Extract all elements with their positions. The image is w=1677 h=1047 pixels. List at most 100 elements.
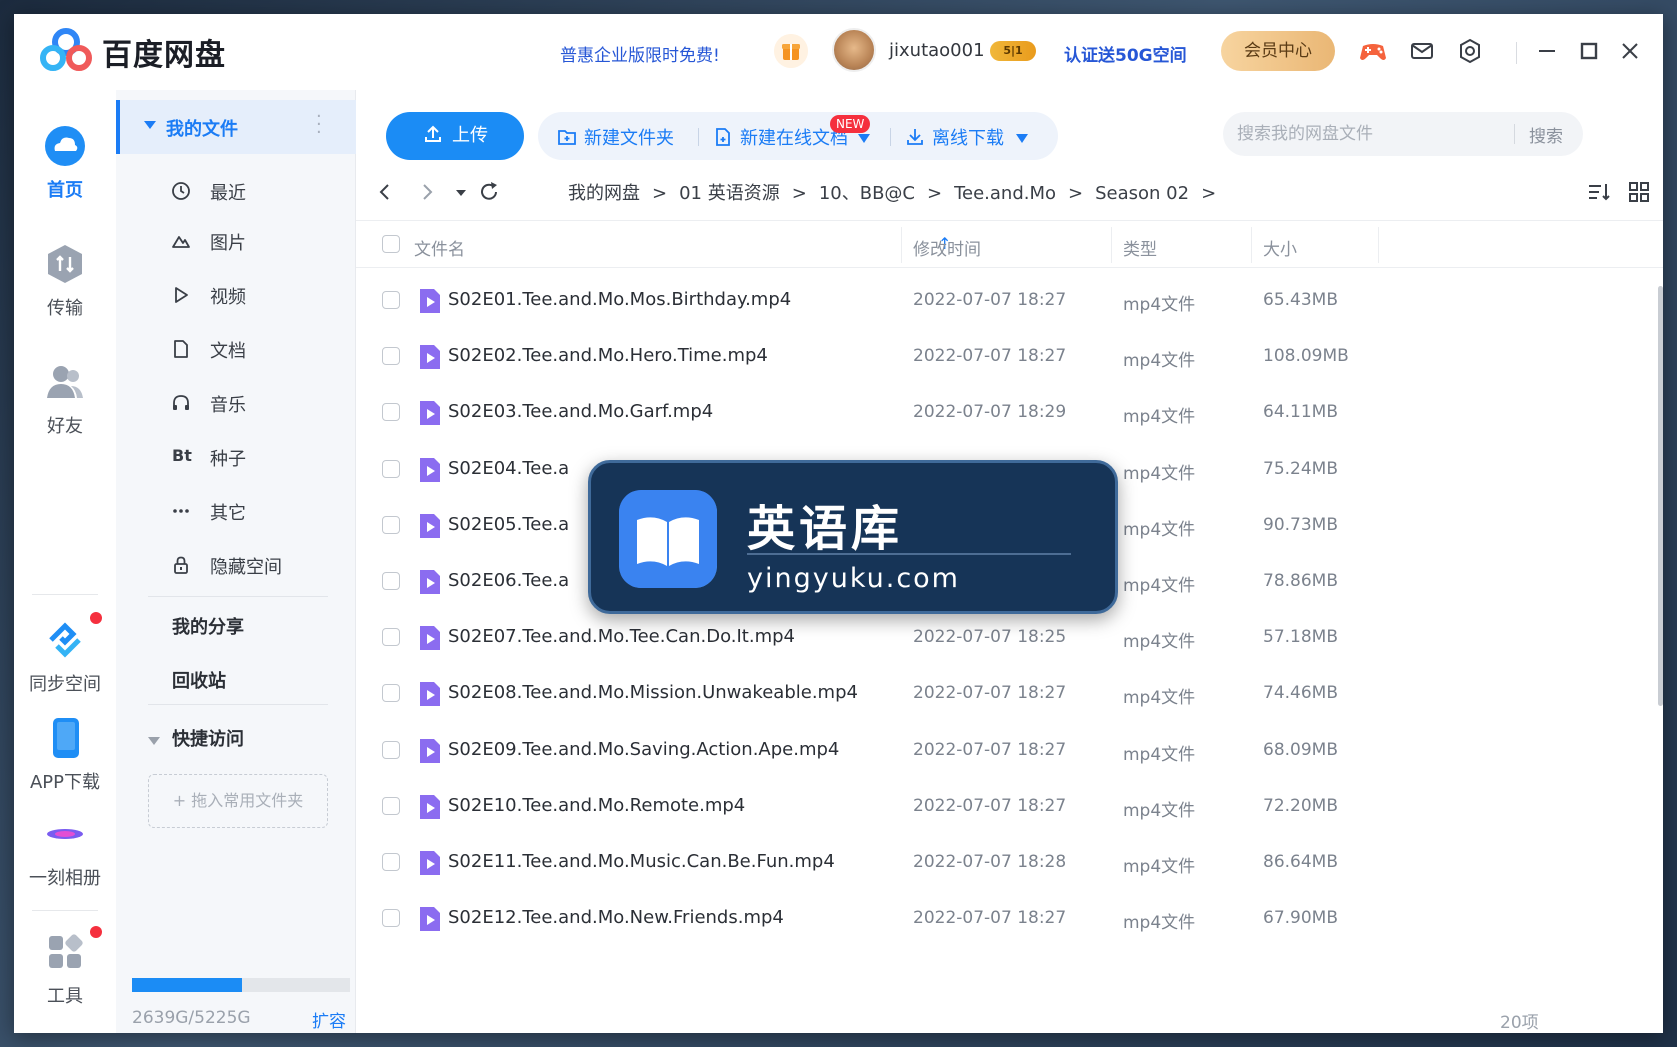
sidebar-item-others[interactable]: 其它 [116, 489, 356, 533]
sidebar-item-videos[interactable]: 视频 [116, 273, 356, 317]
sidebar-item-my-files[interactable]: 我的文件 · · · [116, 100, 356, 154]
sidebar-item-my-share[interactable]: 我的分享 [172, 613, 244, 639]
sidebar-item-recycle-bin[interactable]: 回收站 [172, 667, 226, 693]
file-name[interactable]: S02E08.Tee.and.Mo.Mission.Unwakeable.mp4 [448, 682, 858, 703]
row-checkbox[interactable] [382, 796, 400, 815]
forward-icon[interactable] [414, 179, 440, 205]
file-name[interactable]: S02E01.Tee.and.Mo.Mos.Birthday.mp4 [448, 289, 791, 310]
sort-icon[interactable] [1586, 179, 1612, 205]
table-row[interactable]: S02E01.Tee.and.Mo.Mos.Birthday.mp4 2022-0… [356, 272, 1663, 328]
book-icon [619, 490, 717, 588]
column-type[interactable]: 类型 [1123, 235, 1157, 260]
gift-icon[interactable] [774, 34, 808, 68]
row-checkbox[interactable] [382, 572, 400, 590]
select-all-checkbox[interactable] [382, 235, 400, 253]
expand-storage-link[interactable]: 扩容 [312, 1007, 346, 1032]
verify-bonus-link[interactable]: 认证送50G空间 [1064, 41, 1187, 66]
member-center-button[interactable]: 会员中心 [1221, 31, 1335, 71]
table-row[interactable]: S02E11.Tee.and.Mo.Music.Can.Be.Fun.mp4 20… [356, 834, 1663, 890]
album-icon [47, 829, 83, 839]
gamepad-icon[interactable] [1358, 36, 1388, 66]
search-input[interactable] [1237, 122, 1507, 146]
scrollbar[interactable] [1658, 286, 1663, 950]
column-divider[interactable] [1251, 227, 1252, 263]
table-row[interactable]: S02E07.Tee.and.Mo.Tee.Can.Do.It.mp4 2022-… [356, 609, 1663, 665]
table-row[interactable]: S02E02.Tee.and.Mo.Hero.Time.mp4 2022-07-0… [356, 328, 1663, 384]
file-name[interactable]: S02E03.Tee.and.Mo.Garf.mp4 [448, 401, 713, 422]
nav-item-tools[interactable]: 工具 [14, 930, 116, 1008]
file-name[interactable]: S02E12.Tee.and.Mo.New.Friends.mp4 [448, 907, 784, 928]
file-name[interactable]: S02E04.Tee.a [448, 458, 569, 479]
row-checkbox[interactable] [382, 347, 400, 366]
table-row[interactable]: S02E12.Tee.and.Mo.New.Friends.mp4 2022-07… [356, 890, 1663, 946]
offline-download-button[interactable]: 离线下载 [904, 124, 1034, 150]
row-checkbox[interactable] [382, 403, 400, 422]
column-size[interactable]: 大小 [1263, 235, 1297, 260]
grid-view-icon[interactable] [1626, 179, 1652, 205]
mail-icon[interactable] [1407, 36, 1437, 66]
sidebar-item-hidden-space[interactable]: 隐藏空间 [116, 543, 356, 587]
column-name[interactable]: 文件名 [414, 235, 465, 260]
nav-item-app-download[interactable]: APP下载 [14, 716, 116, 794]
row-checkbox[interactable] [382, 909, 400, 928]
back-icon[interactable] [372, 179, 398, 205]
vertical-more-icon[interactable]: · · · [316, 108, 322, 142]
refresh-icon[interactable] [476, 179, 502, 205]
row-checkbox[interactable] [382, 684, 400, 703]
nav-item-transfer[interactable]: 传输 [14, 242, 116, 320]
search-button[interactable]: 搜索 [1529, 122, 1563, 147]
vip-level-badge[interactable]: 5|1 [990, 41, 1036, 61]
nav-item-friends[interactable]: 好友 [14, 360, 116, 438]
breadcrumb-item[interactable]: Season 02 [1095, 183, 1189, 204]
close-icon[interactable] [1615, 36, 1645, 66]
username[interactable]: jixutao001 [889, 40, 985, 61]
row-checkbox[interactable] [382, 740, 400, 759]
column-divider[interactable] [1111, 227, 1112, 263]
settings-icon[interactable] [1455, 36, 1485, 66]
file-name[interactable]: S02E10.Tee.and.Mo.Remote.mp4 [448, 795, 745, 816]
table-row[interactable]: S02E09.Tee.and.Mo.Saving.Action.Ape.mp4 2… [356, 722, 1663, 778]
drop-folder-zone[interactable]: + 拖入常用文件夹 [148, 774, 328, 828]
file-name[interactable]: S02E05.Tee.a [448, 514, 569, 535]
enterprise-promo-link[interactable]: 普惠企业版限时免费! [560, 41, 720, 66]
sidebar-item-recent[interactable]: 最近 [116, 169, 356, 213]
file-name[interactable]: S02E02.Tee.and.Mo.Hero.Time.mp4 [448, 345, 768, 366]
nav-item-album[interactable]: 一刻相册 [14, 812, 116, 890]
file-name[interactable]: S02E07.Tee.and.Mo.Tee.Can.Do.It.mp4 [448, 626, 795, 647]
scrollbar-thumb[interactable] [1658, 286, 1663, 706]
table-row[interactable]: S02E03.Tee.and.Mo.Garf.mp4 2022-07-07 18:… [356, 384, 1663, 440]
minimize-icon[interactable] [1532, 36, 1562, 66]
new-folder-button[interactable]: 新建文件夹 [556, 124, 674, 150]
table-row[interactable]: S02E08.Tee.and.Mo.Mission.Unwakeable.mp4… [356, 665, 1663, 721]
row-checkbox[interactable] [382, 291, 400, 309]
file-name[interactable]: S02E11.Tee.and.Mo.Music.Can.Be.Fun.mp4 [448, 851, 835, 872]
nav-item-home[interactable]: 首页 [14, 124, 116, 202]
row-checkbox[interactable] [382, 853, 400, 871]
breadcrumb-item[interactable]: 01 英语资源 [679, 183, 780, 204]
caret-down-icon[interactable] [148, 737, 160, 745]
file-name[interactable]: S02E06.Tee.a [448, 570, 569, 591]
column-divider[interactable] [1378, 227, 1379, 263]
breadcrumb-item[interactable]: Tee.and.Mo [954, 183, 1056, 204]
sidebar-item-documents[interactable]: 文档 [116, 327, 356, 371]
table-row[interactable]: S02E10.Tee.and.Mo.Remote.mp4 2022-07-07 1… [356, 778, 1663, 834]
history-dropdown-icon[interactable] [448, 179, 474, 205]
sidebar-item-music[interactable]: 音乐 [116, 381, 356, 425]
file-modified: 2022-07-07 18:28 [913, 852, 1067, 872]
row-checkbox[interactable] [382, 459, 400, 478]
user-avatar[interactable] [832, 28, 876, 72]
maximize-icon[interactable] [1574, 36, 1604, 66]
breadcrumb-item[interactable]: 10、BB@C [819, 183, 915, 204]
nav-item-sync-space[interactable]: 同步空间 [14, 618, 116, 696]
row-checkbox[interactable] [382, 628, 400, 647]
upload-button[interactable]: 上传 [386, 112, 524, 160]
caret-down-icon[interactable] [144, 121, 156, 129]
sidebar-quick-access[interactable]: 快捷访问 [172, 725, 244, 751]
column-modified[interactable]: 修改时间 [913, 235, 981, 260]
sidebar-item-images[interactable]: 图片 [116, 219, 356, 263]
file-name[interactable]: S02E09.Tee.and.Mo.Saving.Action.Ape.mp4 [448, 739, 839, 760]
sidebar-item-torrents[interactable]: Bt 种子 [116, 435, 356, 479]
breadcrumb-item[interactable]: 我的网盘 [568, 183, 640, 204]
column-divider[interactable] [901, 227, 902, 263]
row-checkbox[interactable] [382, 515, 400, 534]
